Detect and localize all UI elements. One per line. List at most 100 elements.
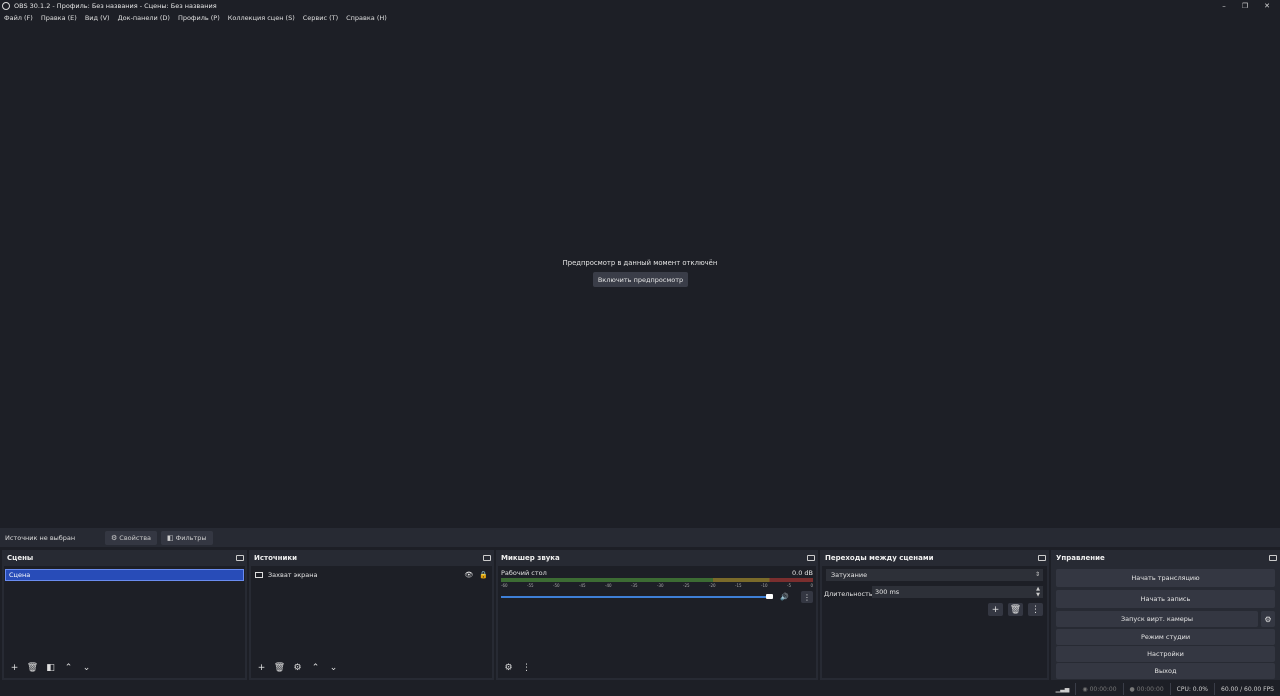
duration-spinbox[interactable]: 300 ms ▲ ▼ (872, 586, 1043, 598)
record-time: 00:00:00 (1136, 685, 1164, 693)
volume-slider-handle[interactable] (766, 594, 774, 599)
trash-icon[interactable]: 🗑 (1008, 603, 1023, 616)
start-recording-button[interactable]: Начать запись (1056, 590, 1275, 608)
mixer-menu-icon[interactable]: ⋮ (520, 662, 533, 674)
chevron-up-icon[interactable]: ⌃ (62, 662, 75, 674)
meter-tick-label: -45 (579, 583, 586, 588)
undock-icon[interactable] (1269, 554, 1277, 561)
settings-button[interactable]: Настройки (1056, 646, 1275, 662)
meter-tick-label: 0 (810, 583, 813, 588)
minimize-button[interactable]: – (1213, 0, 1235, 11)
menu-tools[interactable]: Сервис (T) (303, 14, 338, 22)
filters-button[interactable]: ◧ Фильтры (161, 530, 213, 545)
filters-label: Фильтры (175, 533, 207, 542)
gear-icon: ⚙ (111, 533, 118, 542)
start-virtual-camera-button[interactable]: Запуск вирт. камеры (1056, 611, 1258, 627)
filter-icon: ◧ (167, 533, 174, 542)
menu-bar: Файл (F) Правка (E) Вид (V) Док-панели (… (0, 12, 395, 23)
controls-body: Начать трансляцию Начать запись Запуск в… (1053, 566, 1278, 679)
more-options-icon[interactable]: ⋮ (801, 591, 813, 603)
transition-select[interactable]: Затухание ⇕ (826, 569, 1043, 581)
meter-tick-label: -50 (553, 583, 560, 588)
meter-tick-label: -40 (605, 583, 612, 588)
channel-level: 0.0 dB (792, 569, 813, 577)
virtual-camera-settings-icon[interactable]: ⚙ (1261, 611, 1275, 627)
meter-tick-label: -25 (683, 583, 690, 588)
trash-icon[interactable]: 🗑 (273, 662, 286, 674)
gear-icon[interactable]: ⚙ (291, 662, 304, 674)
start-streaming-button[interactable]: Начать трансляцию (1056, 569, 1275, 587)
signal-icon: ▁▃▅ (1055, 685, 1070, 693)
volume-slider[interactable] (501, 594, 774, 599)
menu-help[interactable]: Справка (H) (346, 14, 387, 22)
controls-title: Управление (1056, 553, 1105, 562)
sources-dock: Источники Захват экрана 👁 🔒 + 🗑 ⚙ ⌃ ⌄ (249, 550, 494, 680)
eye-icon[interactable]: 👁 (464, 571, 473, 579)
maximize-button[interactable]: ❐ (1234, 0, 1256, 11)
undock-icon[interactable] (236, 554, 244, 561)
enable-preview-button[interactable]: Включить предпросмотр (593, 272, 688, 287)
transitions-title: Переходы между сценами (825, 553, 934, 562)
menu-docks[interactable]: Док-панели (D) (118, 14, 170, 22)
duration-value: 300 ms (875, 588, 900, 596)
stream-icon: ◉ (1082, 685, 1090, 693)
transitions-body: Затухание ⇕ Длительность 300 ms ▲ ▼ + 🗑 ⋮ (822, 566, 1047, 678)
window-title: OBS 30.1.2 - Профиль: Без названия - Сце… (14, 1, 217, 10)
advanced-audio-icon[interactable]: ⚙ (502, 662, 515, 674)
add-source-icon[interactable]: + (255, 662, 268, 674)
scene-item[interactable]: Сцена (5, 569, 244, 581)
meter-tick-label: -5 (787, 583, 791, 588)
undock-icon[interactable] (483, 554, 491, 561)
sources-title: Источники (254, 553, 298, 562)
menu-scene-collection[interactable]: Коллекция сцен (S) (228, 14, 295, 22)
studio-mode-button[interactable]: Режим студии (1056, 629, 1275, 645)
menu-file[interactable]: Файл (F) (4, 14, 33, 22)
sources-list: Захват экрана 👁 🔒 + 🗑 ⚙ ⌃ ⌄ (251, 566, 492, 678)
scene-filters-icon[interactable]: ◧ (44, 662, 57, 674)
meter-ticks: -60 -55 -50 -45 -40 -35 -30 -25 -20 -15 -10 -5 0 (501, 583, 813, 589)
title-bar: OBS 30.1.2 - Профиль: Без названия - Сце… (0, 0, 1280, 11)
meter-tick-label: -55 (527, 583, 534, 588)
chevron-down-icon[interactable]: ⌄ (80, 662, 93, 674)
chevron-down-icon[interactable]: ⌄ (327, 662, 340, 674)
source-item-label: Захват экрана (268, 571, 318, 579)
close-button[interactable]: ✕ (1256, 0, 1278, 11)
source-toolbar: Источник не выбран ⚙ Свойства ◧ Фильтры (0, 528, 1280, 547)
exit-button[interactable]: Выход (1056, 663, 1275, 679)
audio-mixer-dock: Микшер звука Рабочий стол 0.0 dB -60 -55 -… (496, 550, 818, 680)
duration-label: Длительность (824, 590, 873, 598)
add-transition-icon[interactable]: + (988, 603, 1003, 616)
menu-profile[interactable]: Профиль (P) (178, 14, 220, 22)
undock-icon[interactable] (807, 554, 815, 561)
more-options-icon[interactable]: ⋮ (1028, 603, 1043, 616)
trash-icon[interactable]: 🗑 (26, 662, 39, 674)
meter-tick-label: -10 (761, 583, 768, 588)
source-item[interactable]: Захват экрана 👁 🔒 (255, 569, 488, 581)
speaker-icon[interactable]: 🔊 (780, 593, 789, 601)
record-icon: ● (1129, 685, 1137, 693)
record-status: ● 00:00:00 (1122, 683, 1170, 695)
meter-tick-label: -20 (709, 583, 716, 588)
transition-selected: Затухание (831, 571, 868, 579)
properties-button[interactable]: ⚙ Свойства (105, 530, 158, 545)
mixer-title: Микшер звука (501, 553, 560, 562)
menu-view[interactable]: Вид (V) (85, 14, 110, 22)
lock-icon[interactable]: 🔒 (479, 571, 488, 579)
updown-icon: ⇕ (1034, 571, 1040, 578)
meter-tick-label: -30 (657, 583, 664, 588)
add-scene-icon[interactable]: + (8, 662, 21, 674)
meter-tick-label: -60 (501, 583, 508, 588)
monitor-icon (255, 572, 263, 578)
obs-logo-icon (2, 1, 10, 10)
no-source-label: Источник не выбран (5, 533, 76, 542)
chevron-up-icon[interactable]: ⌃ (309, 662, 322, 674)
stream-time: 00:00:00 (1089, 685, 1117, 693)
undock-icon[interactable] (1038, 554, 1046, 561)
transitions-dock: Переходы между сценами Затухание ⇕ Длите… (820, 550, 1049, 680)
menu-edit[interactable]: Правка (E) (41, 14, 77, 22)
controls-dock: Управление Начать трансляцию Начать запи… (1051, 550, 1280, 680)
status-bar: ▁▃▅ ◉ 00:00:00 ● 00:00:00 CPU: 0.0% 60.0… (0, 682, 1280, 696)
volume-meter (501, 578, 813, 582)
spin-arrows-icon[interactable]: ▲ ▼ (1036, 586, 1040, 598)
preview-disabled-message: Предпросмотр в данный момент отключён (562, 259, 718, 267)
